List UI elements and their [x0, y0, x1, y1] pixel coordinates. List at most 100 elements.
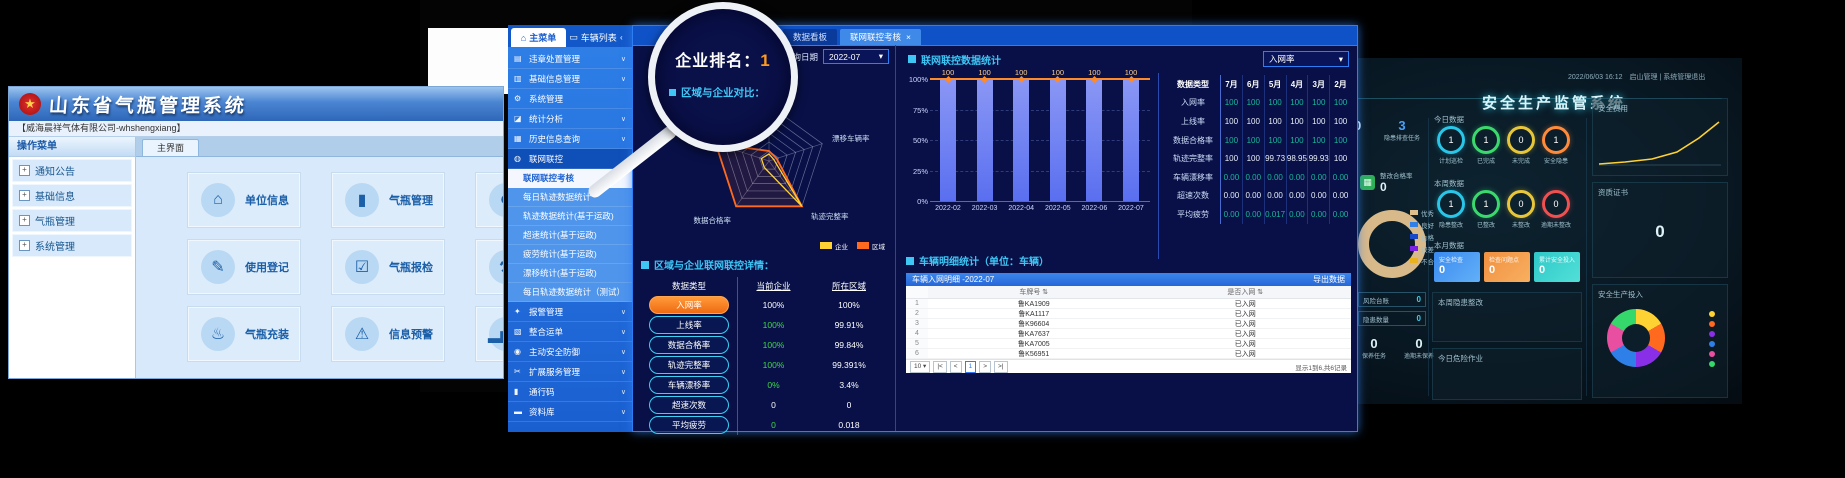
vehicle-table-header-bar: 车辆入网明细 -2022-07 导出数据: [906, 273, 1351, 286]
tile-单位信息[interactable]: ⌂单位信息: [188, 173, 300, 227]
nav-item-label: 气瓶管理: [35, 213, 75, 228]
sidebar-item-基础信息管理[interactable]: ▥基础信息管理∨: [508, 69, 632, 89]
metric-button-平均疲劳[interactable]: 平均疲劳: [649, 416, 729, 434]
sidebar-item-每日轨迹数据统计[interactable]: 每日轨迹数据统计: [508, 188, 632, 207]
table-row[interactable]: 2鲁KA1117已入网: [906, 309, 1351, 319]
pager-prev-button[interactable]: <: [950, 361, 962, 373]
close-icon[interactable]: ×: [906, 29, 911, 45]
menu-item-label: 历史信息查询: [529, 133, 616, 145]
pager-next-button[interactable]: >: [979, 361, 991, 373]
metric-dropdown[interactable]: 入网率 ▾: [1263, 51, 1349, 67]
expand-plus-icon[interactable]: +: [19, 190, 30, 201]
table-row[interactable]: 3鲁K96604已入网: [906, 319, 1351, 329]
sidebar-item-漂移统计(基于运政)[interactable]: 漂移统计(基于运政): [508, 264, 632, 283]
metric-button-数据合格率[interactable]: 数据合格率: [649, 336, 729, 354]
metric-button-入网率[interactable]: 入网率: [649, 296, 729, 314]
sidebar-item-疲劳统计(基于运政)[interactable]: 疲劳统计(基于运政): [508, 245, 632, 264]
sidebar-collapse-icon[interactable]: ‹: [620, 28, 632, 47]
sidebar-item-扩展服务管理[interactable]: ✂扩展服务管理∨: [508, 362, 632, 382]
invest-donut-chart: [1607, 309, 1665, 367]
col-plate-header[interactable]: 车牌号 ⇅: [928, 286, 1140, 298]
tile-气瓶管理[interactable]: ▮气瓶管理: [332, 173, 444, 227]
tab-数据看板[interactable]: 数据看板: [783, 29, 837, 45]
sidebar-item-通行码[interactable]: ▮通行码∨: [508, 382, 632, 402]
month-value: 99.73: [1264, 149, 1286, 168]
metric-button-超速次数[interactable]: 超速次数: [649, 396, 729, 414]
month-value: 100: [1220, 149, 1242, 168]
metric-button-车辆漂移率[interactable]: 车辆漂移率: [649, 376, 729, 394]
sidebar-item-基础信息[interactable]: +基础信息: [12, 184, 132, 207]
bar-slot: 100: [1076, 79, 1112, 201]
card-检查问题点[interactable]: 检查问题点0: [1484, 252, 1530, 282]
month-value: 0.00: [1242, 168, 1264, 187]
ring-未整改: 0未整改: [1504, 190, 1538, 229]
sidebar-tab-main-menu[interactable]: ⌂ 主菜单: [511, 28, 566, 47]
sidebar-item-整合运单[interactable]: ▧整合运单∨: [508, 322, 632, 342]
tab-联网联控考核[interactable]: 联网联控考核×: [840, 29, 921, 45]
page-size-select[interactable]: 10 ▾: [910, 361, 930, 373]
tile-chart-icon[interactable]: ▂▅█: [476, 307, 503, 361]
tile-使用登记[interactable]: ✎使用登记: [188, 240, 300, 294]
tile-wrench-icon[interactable]: ⚒: [476, 240, 503, 294]
table-row[interactable]: 4鲁KA7637已入网: [906, 329, 1351, 339]
pager-page-number[interactable]: 1: [965, 361, 977, 373]
query-date-select[interactable]: 2022-07 ▾: [823, 49, 889, 64]
pager-first-button[interactable]: |<: [933, 361, 946, 373]
detail-row-metric: 上线率: [641, 315, 737, 335]
menu-item-label: 漂移统计(基于运政): [523, 267, 626, 279]
bar-2022-05[interactable]: [1050, 79, 1066, 201]
bar-2022-03[interactable]: [977, 79, 993, 201]
sidebar-item-主动安全防御[interactable]: ◉主动安全防御∨: [508, 342, 632, 362]
expand-plus-icon[interactable]: +: [19, 165, 30, 176]
sidebar-item-通知公告[interactable]: +通知公告: [12, 159, 132, 182]
menu-icon: ▮: [514, 387, 524, 396]
col-status-header[interactable]: 是否入网 ⇅: [1140, 286, 1352, 298]
detail-region-value: 0.018: [809, 415, 889, 435]
sidebar-item-超速统计(基于运政)[interactable]: 超速统计(基于运政): [508, 226, 632, 245]
month-value: 0.00: [1220, 168, 1242, 187]
sidebar-item-联网联控[interactable]: ◍联网联控: [508, 149, 632, 169]
sidebar-tab-vehicle-list[interactable]: ▭ 车辆列表: [566, 28, 620, 47]
tab-main-screen[interactable]: 主界面: [142, 139, 199, 156]
sidebar-item-系统管理[interactable]: ⚙系统管理: [508, 89, 632, 109]
table-row[interactable]: 5鲁KA7005已入网: [906, 339, 1351, 349]
menu-icon: ▦: [514, 134, 524, 143]
month-value: 0.00: [1329, 168, 1351, 187]
table-row[interactable]: 1鲁KA1909已入网: [906, 299, 1351, 309]
bar-2022-04[interactable]: [1013, 79, 1029, 201]
sidebar-item-资料库[interactable]: ▬资料库∨: [508, 402, 632, 422]
sidebar-item-气瓶管理[interactable]: + 气瓶管理: [12, 209, 132, 232]
expand-plus-icon[interactable]: +: [19, 240, 30, 251]
tile-气瓶充装[interactable]: ♨气瓶充装: [188, 307, 300, 361]
card-累计安全投入[interactable]: 累计安全投入0: [1534, 252, 1580, 282]
bar-2022-06[interactable]: [1086, 79, 1102, 201]
sidebar-item-历史信息查询[interactable]: ▦历史信息查询∨: [508, 129, 632, 149]
menu-item-label: 超速统计(基于运政): [523, 229, 626, 241]
card-安全检查[interactable]: 安全检查0: [1434, 252, 1480, 282]
table-row[interactable]: 6鲁K56951已入网: [906, 349, 1351, 359]
sidebar-item-轨迹数据统计(基于运政)[interactable]: 轨迹数据统计(基于运政): [508, 207, 632, 226]
tile-信息预警[interactable]: ⚠信息预警: [332, 307, 444, 361]
status-cell: 已入网: [1140, 349, 1352, 358]
sidebar-item-统计分析[interactable]: ◪统计分析∨: [508, 109, 632, 129]
pager-last-button[interactable]: >|: [994, 361, 1007, 373]
bar-slot: 100: [967, 79, 1003, 201]
expand-plus-icon[interactable]: +: [19, 215, 30, 226]
vehicle-table-tab[interactable]: 车辆入网明细 -2022-07: [912, 273, 994, 286]
sidebar-item-系统管理[interactable]: +系统管理: [12, 234, 132, 257]
metric-button-上线率[interactable]: 上线率: [649, 316, 729, 334]
sidebar-item-每日轨迹数据统计（测试）[interactable]: 每日轨迹数据统计（测试）: [508, 283, 632, 302]
month-value: 0.00: [1286, 205, 1308, 224]
vehicle-table-pager: 10 ▾ |< < 1 > >| 显示1到6,共6记录: [906, 359, 1351, 373]
month-value: 0.00: [1307, 187, 1329, 206]
tile-label: 气瓶管理: [389, 192, 433, 208]
export-data-button[interactable]: 导出数据: [1313, 273, 1345, 286]
sidebar-item-违章处置管理[interactable]: ▤违章处置管理∨: [508, 49, 632, 69]
tile-person-icon[interactable]: ☻: [476, 173, 503, 227]
tile-气瓶报检[interactable]: ☑气瓶报检: [332, 240, 444, 294]
bar-2022-07[interactable]: [1123, 79, 1139, 201]
legend-swatch: [1410, 234, 1418, 239]
metric-button-轨迹完整率[interactable]: 轨迹完整率: [649, 356, 729, 374]
bar-2022-02[interactable]: [940, 79, 956, 201]
sidebar-item-报警管理[interactable]: ✦报警管理∨: [508, 302, 632, 322]
